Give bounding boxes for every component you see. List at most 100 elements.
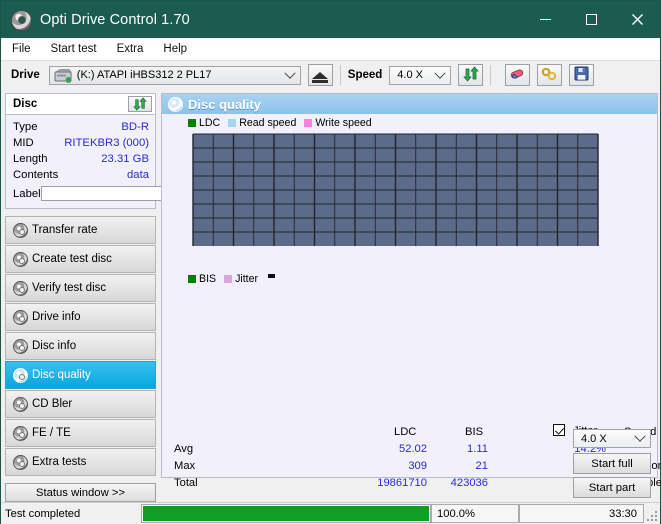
toolbar: Drive (K:) ATAPI iHBS312 2 PL17 Speed 4.… (1, 61, 660, 89)
status-bar: Test completed 100.0% 33:30 (1, 502, 660, 524)
test-speed-select[interactable]: 4.0 X (573, 429, 651, 448)
menu-start-test[interactable]: Start test (42, 41, 106, 57)
disc-value-mid: RITEKBR3 (000) (64, 137, 149, 149)
results-col-ldc: LDC (394, 426, 417, 438)
disc-lightning-icon (12, 222, 28, 238)
disc-info-icon (12, 338, 28, 354)
menu-file[interactable]: File (3, 41, 40, 57)
disc-row-length: Length 23.31 GB (13, 151, 149, 167)
results-bis-avg: 1.11 (467, 443, 488, 455)
sidebar-item-label: Transfer rate (32, 224, 98, 236)
sidebar-item-drive-info[interactable]: Drive info (5, 303, 156, 331)
sidebar-item-label: Extra tests (32, 456, 87, 468)
disc-value-type: BD-R (121, 121, 149, 133)
drive-icon (54, 68, 72, 83)
disc-row-mid: MID RITEKBR3 (000) (13, 135, 149, 151)
disc-key-mid: MID (13, 137, 34, 149)
drive-select[interactable]: (K:) ATAPI iHBS312 2 PL17 (48, 65, 301, 85)
disc-value-length: 23.31 GB (101, 153, 149, 165)
legend-swatch-marker (268, 274, 276, 278)
results-ldc-total: 19861710 (377, 477, 427, 489)
sidebar-item-disc-info[interactable]: Disc info (5, 332, 156, 360)
panel-header: Disc quality (162, 94, 657, 114)
sidebar-item-create-test-disc[interactable]: Create test disc (5, 245, 156, 273)
menu-bar: File Start test Extra Help (1, 38, 660, 61)
drive-label: Drive (11, 69, 40, 81)
start-part-button[interactable]: Start part (573, 477, 651, 498)
title-bar: Opti Drive Control 1.70 (1, 1, 660, 38)
legend-label-write-speed: Write speed (315, 116, 372, 129)
disc-key-length: Length (13, 153, 48, 165)
menu-help[interactable]: Help (154, 41, 196, 57)
disc-refresh-button[interactable] (128, 96, 152, 112)
results-col-bis: BIS (465, 426, 484, 438)
status-message: Test completed (5, 507, 81, 520)
legend-label-bis: BIS (199, 272, 217, 285)
sidebar-item-extra-tests[interactable]: Extra tests (5, 448, 156, 476)
page-title: Disc quality (188, 96, 261, 112)
results-row-total-label: Total (174, 477, 198, 489)
menu-extra[interactable]: Extra (108, 41, 153, 57)
save-button[interactable] (569, 64, 595, 86)
results-bis-max: 21 (475, 460, 488, 472)
sidebar-item-fe-te[interactable]: FE / TE (5, 419, 156, 447)
resize-grip-icon[interactable] (647, 511, 658, 522)
results-ldc-avg: 52.02 (399, 443, 427, 455)
disc-label-key: Label (13, 187, 41, 200)
progress-fill (143, 506, 429, 521)
disc-extra-icon (12, 454, 28, 470)
results-row-max-label: Max (174, 460, 196, 472)
start-full-button[interactable]: Start full (573, 453, 651, 474)
close-icon[interactable] (614, 1, 660, 38)
window-controls (522, 1, 660, 38)
legend-swatch-write-speed (304, 118, 313, 127)
disc-quality-icon (12, 367, 28, 383)
ldc-chart-legend: LDC Read speed Write speed (162, 116, 657, 129)
status-window-button[interactable]: Status window >> (5, 483, 156, 502)
results-ldc-max: 309 (408, 460, 427, 472)
eraser-icon (509, 66, 526, 84)
speed-value: 4.0 X (397, 69, 423, 81)
erase-button[interactable] (505, 64, 531, 86)
sidebar-item-label: Create test disc (32, 253, 112, 265)
bis-chart-legend: BIS Jitter (162, 272, 657, 285)
tools-button[interactable] (537, 64, 563, 86)
legend-label-read-speed: Read speed (239, 116, 297, 129)
disc-bler-icon (12, 396, 28, 412)
speed-select[interactable]: 4.0 X (389, 65, 452, 85)
elapsed-time: 33:30 (519, 504, 644, 523)
sidebar-item-disc-quality[interactable]: Disc quality (5, 361, 156, 389)
save-icon (574, 66, 589, 84)
minimize-button[interactable] (522, 1, 568, 38)
disc-label-row: Label (13, 185, 243, 202)
eject-icon (312, 71, 329, 83)
sidebar-item-verify-test-disc[interactable]: Verify test disc (5, 274, 156, 302)
disc-quality-panel: Disc quality LDC Read speed Write speed … (161, 93, 661, 489)
disc-header: Disc (5, 93, 156, 114)
progress-percent: 100.0% (431, 504, 519, 523)
sidebar-item-cd-bler[interactable]: CD Bler (5, 390, 156, 418)
sidebar-item-label: CD Bler (32, 398, 73, 410)
sidebar: Transfer rate Create test disc Verify te… (5, 216, 156, 477)
jitter-checkbox[interactable] (553, 424, 565, 436)
legend-swatch-ldc (188, 118, 196, 127)
disc-row-type: Type BD-R (13, 119, 149, 135)
test-speed-value: 4.0 X (581, 432, 607, 445)
chevron-down-icon (634, 430, 646, 442)
drive-value: (K:) ATAPI iHBS312 2 PL17 (76, 69, 212, 81)
disc-create-icon (12, 251, 28, 267)
refresh-button[interactable] (458, 64, 484, 86)
chevron-down-icon (284, 67, 296, 79)
toolbar-divider (339, 65, 341, 85)
eject-button[interactable] (307, 64, 333, 86)
sidebar-item-label: Disc info (32, 340, 77, 352)
maximize-button[interactable] (568, 1, 614, 38)
window-title: Opti Drive Control 1.70 (40, 11, 190, 28)
sidebar-item-transfer-rate[interactable]: Transfer rate (5, 216, 156, 244)
disc-key-type: Type (13, 121, 38, 133)
disc-key-contents: Contents (13, 169, 59, 181)
legend-swatch-read-speed (228, 118, 237, 127)
results-bis-total: 423036 (450, 477, 488, 489)
legend-label-ldc: LDC (199, 116, 221, 129)
drive-info-icon (12, 309, 28, 325)
